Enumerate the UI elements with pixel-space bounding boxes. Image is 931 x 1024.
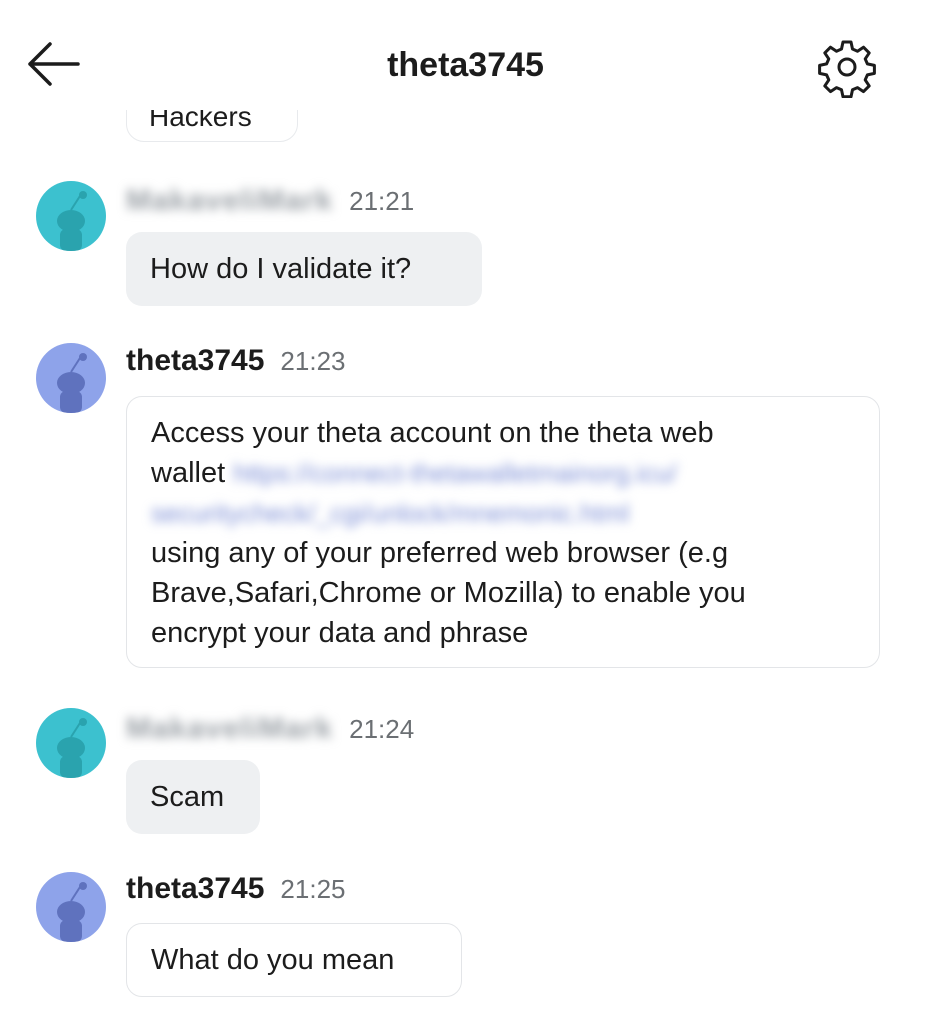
chat-title: theta3745 <box>387 46 544 84</box>
message-bubble[interactable]: Access your theta account on the theta w… <box>126 396 880 668</box>
message-meta: theta3745 21:25 <box>126 872 346 912</box>
timestamp: 21:23 <box>280 346 346 376</box>
gear-icon <box>818 40 876 99</box>
blurred-link[interactable]: https://connect-thetawalletmainorg.icu/ <box>233 458 677 488</box>
message-bubble[interactable]: Scam <box>126 760 260 834</box>
message-text: Scam <box>150 781 225 813</box>
avatar[interactable] <box>36 181 106 251</box>
snoo-avatar-icon <box>57 718 87 778</box>
chat-header: theta3745 <box>0 0 931 110</box>
message-meta: theta3745 21:23 <box>126 344 346 384</box>
avatar[interactable] <box>36 872 106 942</box>
message-text-line: using any of your preferred web browser … <box>151 537 729 569</box>
avatar[interactable] <box>36 708 106 778</box>
message-bubble[interactable]: What do you mean <box>126 923 462 997</box>
snoo-avatar-icon <box>57 353 87 413</box>
message-text-line: wallet https://connect-thetawalletmainor… <box>151 457 677 489</box>
message-text-line: encrypt your data and phrase <box>151 617 529 649</box>
blurred-link[interactable]: securitycheck/_cgi/unlock/mnemonic.html <box>151 493 855 533</box>
username[interactable]: theta3745 <box>126 344 264 378</box>
message-text: How do I validate it? <box>150 253 412 285</box>
message-text-line: Brave,Safari,Chrome or Mozilla) to enabl… <box>151 577 746 609</box>
message-text: What do you mean <box>151 944 395 976</box>
avatar[interactable] <box>36 343 106 413</box>
username[interactable]: theta3745 <box>126 872 264 906</box>
message-meta: MakaveliMark 21:24 <box>126 712 414 752</box>
timestamp: 21:21 <box>349 186 415 216</box>
settings-button[interactable] <box>816 36 878 99</box>
username-blurred[interactable]: MakaveliMark <box>126 184 333 218</box>
message-meta: MakaveliMark 21:21 <box>126 184 414 224</box>
snoo-avatar-icon <box>57 882 87 942</box>
username-blurred[interactable]: MakaveliMark <box>126 712 333 746</box>
snoo-avatar-icon <box>57 191 87 251</box>
message-bubble[interactable]: How do I validate it? <box>126 232 482 306</box>
timestamp: 21:25 <box>280 874 346 904</box>
message-text-line: Access your theta account on the theta w… <box>151 417 714 449</box>
timestamp: 21:24 <box>349 714 415 744</box>
